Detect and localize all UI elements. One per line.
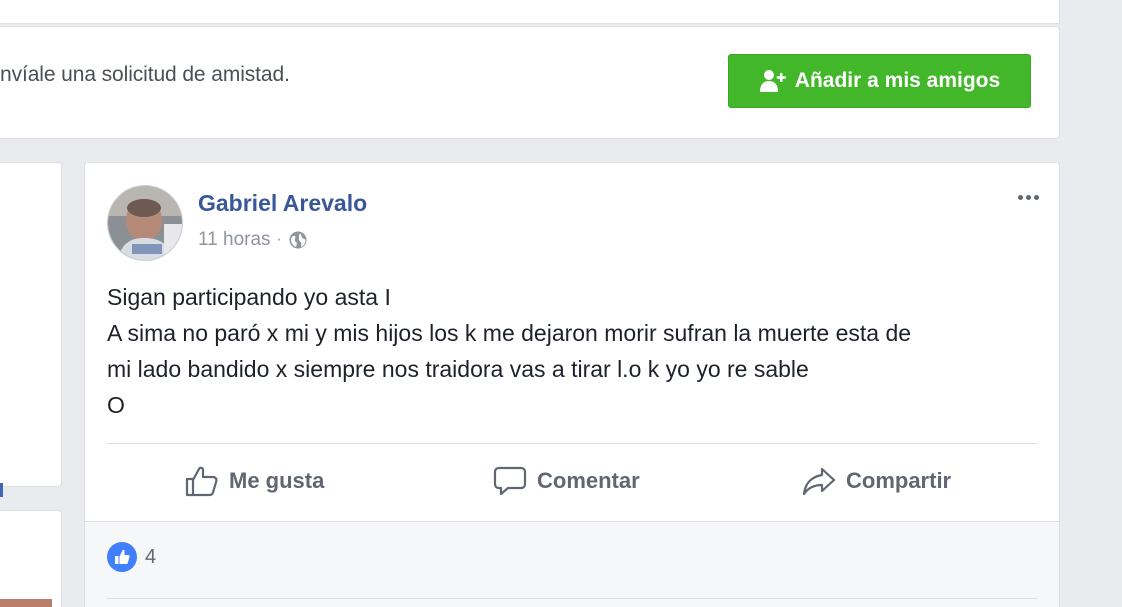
reaction-count: 4	[145, 545, 157, 568]
post-divider	[107, 443, 1037, 444]
globe-icon	[289, 231, 307, 249]
share-button[interactable]: Compartir	[802, 453, 951, 509]
like-button[interactable]: Me gusta	[185, 453, 324, 509]
post-action-bar: Me gusta Comentar Compartir	[107, 453, 1037, 509]
like-badge-thumb	[115, 549, 130, 564]
top-card-edge	[0, 0, 1060, 24]
options-dot	[1025, 194, 1031, 200]
post-text-line: A sima no paró x mi y mis hijos los k me…	[107, 320, 912, 346]
post-options-button[interactable]	[1013, 187, 1043, 207]
post-text-line: O	[107, 392, 125, 418]
comment-label: Comentar	[537, 468, 640, 493]
page: nvíale una solicitud de amistad. Añadir …	[0, 0, 1122, 607]
left-card-accent	[0, 483, 3, 497]
left-column-card	[0, 510, 62, 607]
reactions-area: 4	[85, 521, 1059, 607]
like-label: Me gusta	[229, 468, 325, 493]
add-friend-label: Añadir a mis amigos	[794, 69, 1001, 92]
left-column-card	[0, 162, 62, 497]
add-friend-button[interactable]: Añadir a mis amigos	[728, 54, 1031, 108]
comment-button[interactable]: Comentar	[493, 453, 640, 509]
friend-request-bar: nvíale una solicitud de amistad. Añadir …	[0, 26, 1060, 139]
options-dot	[1017, 194, 1023, 200]
reaction-summary[interactable]: 4	[107, 542, 156, 572]
like-reaction-icon	[107, 542, 137, 572]
options-dot	[1033, 194, 1039, 200]
avatar-photo	[108, 186, 182, 260]
post-text-line: mi lado bandido x siempre nos traidora v…	[107, 356, 809, 382]
author-avatar[interactable]	[107, 185, 183, 261]
post-meta: 11 horas ·	[198, 229, 308, 251]
friend-request-text: nvíale una solicitud de amistad.	[0, 63, 290, 86]
share-icon	[802, 467, 836, 496]
add-friend-icon	[759, 70, 786, 92]
post-timestamp[interactable]: 11 horas	[198, 229, 271, 251]
left-card-thumbnail	[0, 599, 52, 607]
post-text: Sigan participando yo asta I A sima no p…	[107, 279, 1047, 423]
meta-separator: ·	[276, 231, 282, 248]
reactions-divider	[107, 598, 1037, 599]
post-text-line: Sigan participando yo asta I	[107, 284, 391, 310]
share-label: Compartir	[846, 468, 952, 493]
author-name[interactable]: Gabriel Arevalo	[198, 190, 367, 217]
comment-icon	[493, 466, 527, 496]
right-gutter	[1062, 0, 1122, 607]
thumbs-up-icon	[185, 466, 218, 497]
post-card: Gabriel Arevalo 11 horas · Sigan partici…	[84, 162, 1060, 607]
